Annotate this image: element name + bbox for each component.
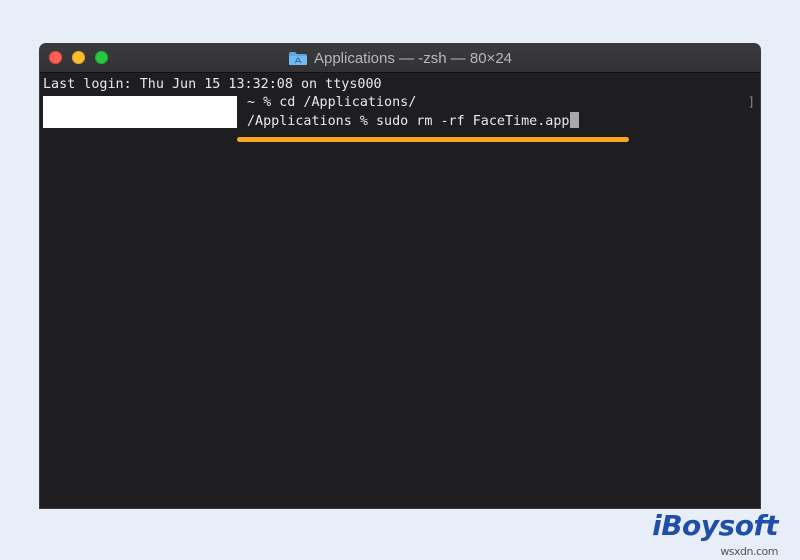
command-line-cd: ~ % cd /Applications/: [247, 95, 417, 110]
title-bar[interactable]: Applications — -zsh — 80×24: [40, 44, 760, 73]
window-title: Applications — -zsh — 80×24: [40, 44, 760, 72]
terminal-output[interactable]: Last login: Thu Jun 15 13:32:08 on ttys0…: [40, 73, 760, 508]
command-line-rm-text: /Applications % sudo rm -rf FaceTime.app: [247, 114, 570, 129]
command-highlight-underline: [237, 137, 629, 142]
command-line-rm: /Applications % sudo rm -rf FaceTime.app: [247, 112, 580, 131]
login-line: Last login: Thu Jun 15 13:32:08 on ttys0…: [43, 77, 382, 92]
redacted-prompt-block: [43, 96, 237, 128]
window-title-text: Applications — -zsh — 80×24: [313, 49, 513, 67]
terminal-window: Applications — -zsh — 80×24 Last login: …: [40, 44, 760, 508]
scroll-marker: ]: [747, 95, 755, 109]
applications-folder-icon: [288, 51, 307, 65]
watermark-site: wsxdn.com: [720, 545, 778, 558]
watermark-brand: iBoysoft: [652, 509, 778, 542]
text-cursor: [570, 112, 580, 128]
iboysoft-watermark: iBoysoft wsxdn.com: [652, 509, 778, 558]
